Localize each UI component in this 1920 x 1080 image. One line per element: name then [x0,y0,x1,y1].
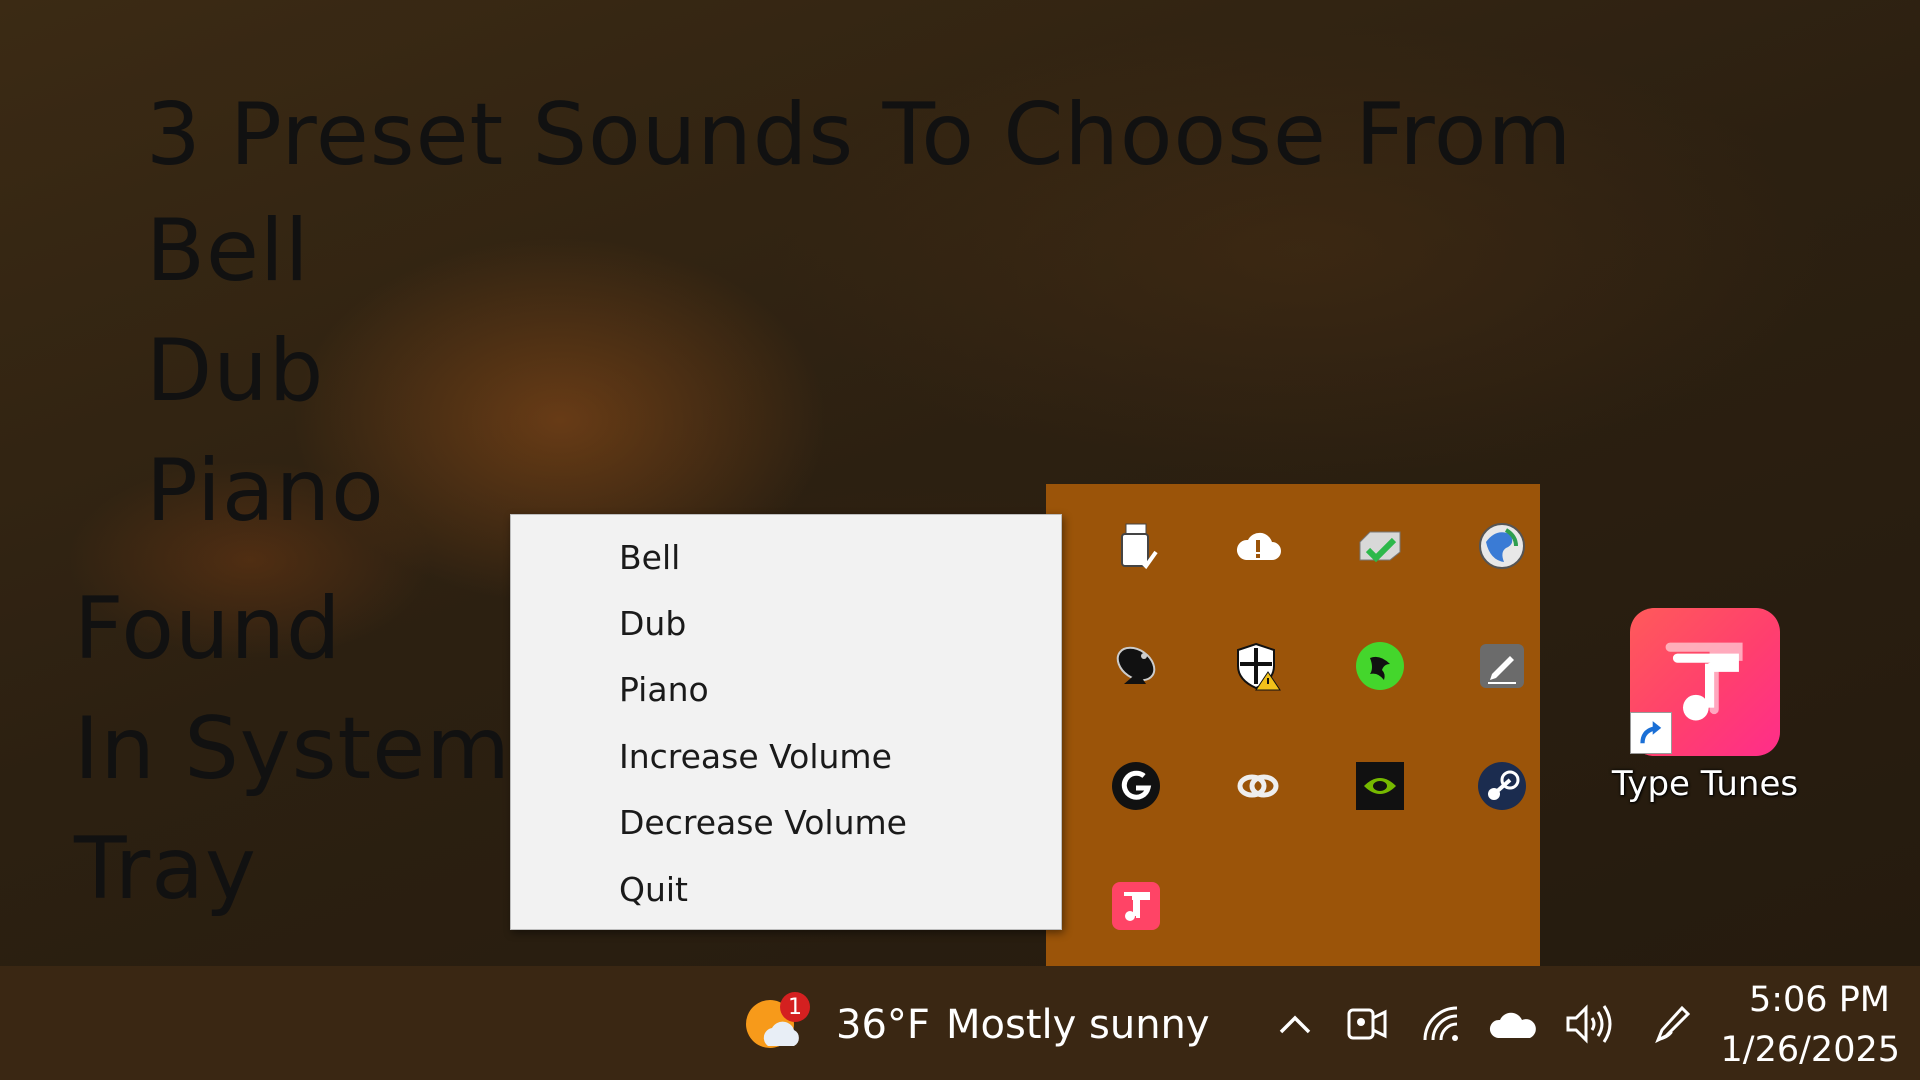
overlay-tray: Tray [74,819,257,919]
security-shield-warning-icon[interactable] [1230,638,1286,694]
creative-cloud-icon[interactable] [1230,758,1286,814]
shortcut-arrow-icon [1630,712,1672,754]
cloud-warning-icon[interactable] [1230,518,1286,574]
clock-date[interactable]: 1/26/2025 [1710,1030,1900,1070]
overlay-found: Found [74,579,342,679]
usb-safely-remove-icon[interactable] [1108,518,1164,574]
overlay-item-dub: Dub [146,321,325,421]
menu-item-bell[interactable]: Bell [511,527,1061,587]
wifi-icon[interactable] [1416,996,1466,1052]
weather-temperature: 36°F [836,1002,930,1048]
taskbar: 1 36°F Mostly sunny 5:06 PM 1/26/2025 [0,966,1920,1080]
overlay-item-piano: Piano [146,441,385,541]
menu-item-decrease-volume[interactable]: Decrease Volume [511,792,1061,852]
overlay-in-system: In System [74,699,511,799]
menu-item-piano[interactable]: Piano [511,659,1061,719]
tray-context-menu: Bell Dub Piano Increase Volume Decrease … [510,514,1062,930]
type-tunes-shortcut[interactable]: Type Tunes [1600,604,1810,814]
tray-overflow-panel [1046,484,1540,966]
overlay-title: 3 Preset Sounds To Choose From [146,85,1573,185]
pen-menu-icon[interactable] [1644,996,1700,1052]
network-drive-check-icon[interactable] [1352,518,1408,574]
satellite-dish-icon[interactable] [1108,638,1164,694]
pen-tablet-icon[interactable] [1474,638,1530,694]
logitech-g-icon[interactable] [1108,758,1164,814]
weather-condition: Mostly sunny [946,1002,1210,1048]
shortcut-label: Type Tunes [1611,764,1799,804]
menu-item-dub[interactable]: Dub [511,593,1061,653]
show-hidden-icons-chevron-up-icon[interactable] [1270,996,1320,1052]
meet-now-camera-icon[interactable] [1342,996,1392,1052]
weather-notification-badge: 1 [780,992,810,1022]
onedrive-cloud-icon[interactable] [1486,996,1542,1052]
nvidia-icon[interactable] [1352,758,1408,814]
type-tunes-icon[interactable] [1108,878,1164,934]
menu-item-quit[interactable]: Quit [511,859,1061,919]
steam-icon[interactable] [1474,758,1530,814]
menu-item-increase-volume[interactable]: Increase Volume [511,726,1061,786]
weather-widget[interactable]: 1 36°F Mostly sunny [740,966,1210,1080]
overlay-item-bell: Bell [146,201,310,301]
razer-icon[interactable] [1352,638,1408,694]
volume-speaker-icon[interactable] [1562,996,1618,1052]
clock-time[interactable]: 5:06 PM [1700,980,1890,1020]
globe-icon[interactable] [1474,518,1530,574]
